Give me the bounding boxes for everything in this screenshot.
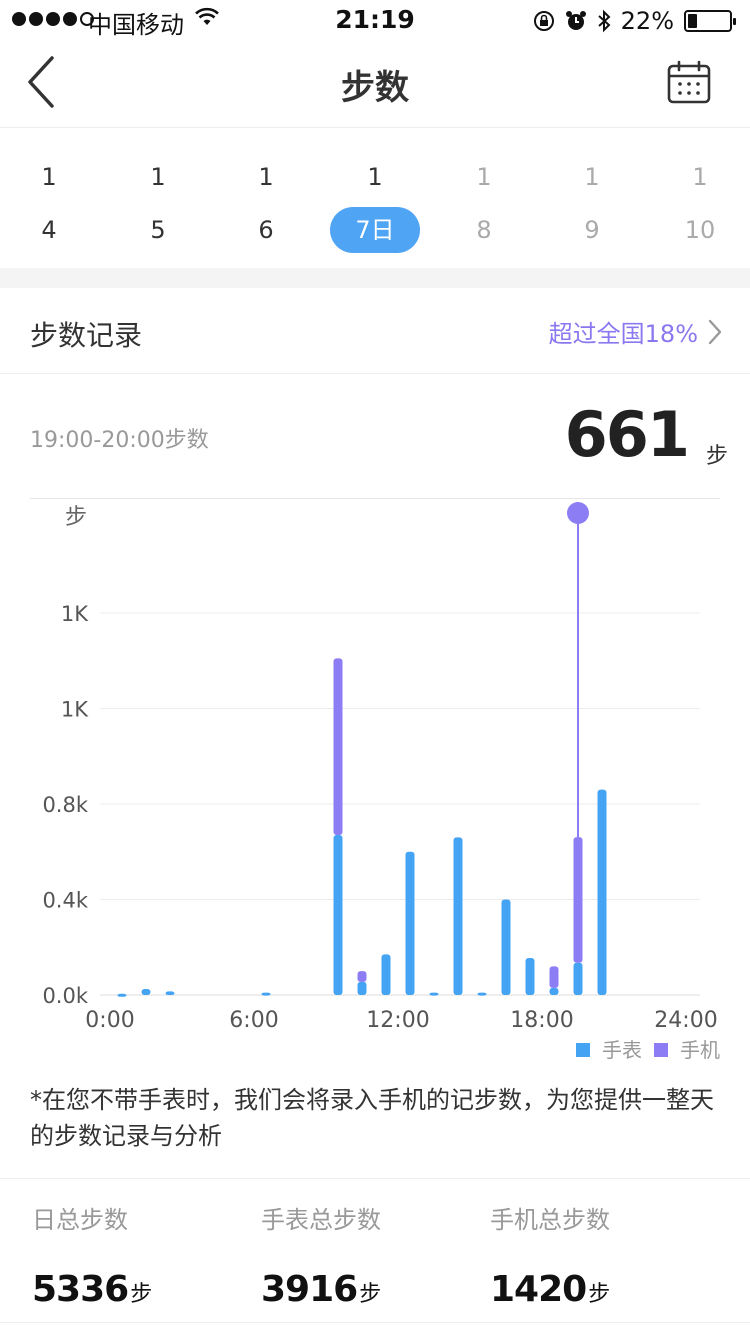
step-record-header[interactable]: 步数记录 超过全国18% [0, 288, 750, 374]
bar-watch [429, 992, 439, 996]
ranking-link[interactable]: 超过全国18% [549, 314, 722, 349]
bar-watch [549, 987, 559, 995]
bar-watch [165, 991, 175, 995]
date-month: 1 [367, 163, 383, 191]
date-month: 1 [41, 163, 57, 191]
date-item[interactable]: 1 9 [547, 161, 637, 261]
y-tick-label: 0.8k [42, 793, 88, 817]
bar-watch [525, 957, 535, 995]
bar-phone [357, 971, 367, 982]
date-item[interactable]: 1 10 [655, 161, 745, 261]
calendar-icon[interactable] [666, 60, 712, 106]
date-day: 6 [258, 216, 274, 244]
hourly-steps-chart[interactable]: 步 0.0k 0.4k 0.8k 1K 1K 0:00 6:00 12:00 18:00 24:00… [0, 498, 750, 1070]
bar-watch [117, 993, 127, 997]
chevron-right-icon [708, 319, 722, 344]
date-day: 7日 [330, 207, 420, 253]
bar-watch [573, 962, 583, 995]
selected-time-range: 19:00-20:00步数 [30, 428, 209, 453]
bar-watch [477, 992, 487, 996]
legend-swatch [576, 1043, 590, 1057]
section-gap [0, 268, 750, 288]
bar-watch [261, 992, 271, 996]
date-day: 9 [584, 216, 600, 244]
bar-watch [453, 837, 463, 995]
bar-watch [405, 851, 415, 995]
orientation-lock-icon [533, 11, 554, 31]
total-label: 手机总步数 [490, 1206, 610, 1234]
x-tick-label: 24:00 [654, 1008, 717, 1033]
date-month: 1 [258, 163, 274, 191]
bar-phone [573, 837, 583, 963]
date-item[interactable]: 1 4 [4, 161, 94, 261]
step-totals: 日总步数 5336步 手表总步数 3916步 手机总步数 1420步 [0, 1180, 750, 1334]
y-tick-label: 1K [61, 602, 89, 626]
page-title: 步数 [341, 68, 409, 108]
date-item[interactable]: 1 6 [221, 161, 311, 261]
total-unit: 步 [130, 1282, 153, 1307]
bar-watch [501, 899, 511, 995]
highlight-marker [567, 502, 589, 524]
bar-watch [141, 989, 151, 995]
date-item[interactable]: 1 8 [439, 161, 529, 261]
total-value: 3916 [261, 1269, 358, 1310]
total-day: 日总步数 5336步 [32, 1200, 262, 1310]
bar-watch [381, 954, 391, 995]
date-selector: 1 4 1 5 1 6 1 7日 1 8 1 9 1 10 [0, 129, 750, 267]
battery-percent: 22% [620, 7, 674, 35]
date-month: 1 [476, 163, 492, 191]
status-bar: 中国移动 21:19 22% [0, 0, 750, 40]
date-item[interactable]: 1 5 [113, 161, 203, 261]
bar-watch [597, 789, 607, 995]
nav-bar: 步数 [0, 40, 750, 128]
date-month: 1 [692, 163, 708, 191]
x-tick-label: 0:00 [85, 1008, 134, 1033]
y-tick-label: 1K [61, 698, 89, 722]
y-tick-label: 0.4k [42, 889, 88, 913]
legend-label: 手表 [602, 1038, 642, 1062]
selected-step-count: 661 [564, 398, 690, 471]
y-axis-unit: 步 [65, 505, 87, 530]
bluetooth-icon [597, 9, 611, 33]
total-unit: 步 [588, 1282, 611, 1307]
total-label: 日总步数 [32, 1206, 128, 1234]
divider [0, 1178, 750, 1179]
bar-watch [333, 835, 343, 995]
alarm-icon [565, 11, 586, 30]
total-label: 手表总步数 [261, 1206, 381, 1234]
total-watch: 手表总步数 3916步 [261, 1200, 491, 1310]
x-tick-label: 12:00 [366, 1008, 429, 1033]
bottom-divider [0, 1322, 750, 1323]
x-tick-label: 18:00 [510, 1008, 573, 1033]
date-month: 1 [150, 163, 166, 191]
ranking-text: 超过全国18% [548, 320, 698, 348]
date-day: 10 [684, 216, 716, 244]
bar-watch [357, 981, 367, 995]
total-value: 5336 [32, 1269, 129, 1310]
battery-icon [684, 10, 736, 32]
info-note: *在您不带手表时，我们会将录入手机的记步数，为您提供一整天的步数记录与分析 [30, 1086, 714, 1150]
total-phone: 手机总步数 1420步 [490, 1200, 720, 1310]
step-record-label: 步数记录 [30, 319, 143, 352]
date-month: 1 [584, 163, 600, 191]
date-day: 4 [41, 216, 57, 244]
bar-phone [333, 658, 343, 836]
legend-swatch [654, 1043, 668, 1057]
legend-label: 手机 [680, 1038, 720, 1062]
bar-phone [549, 966, 559, 988]
total-value: 1420 [490, 1269, 587, 1310]
date-item-selected[interactable]: 1 7日 [330, 161, 420, 261]
x-tick-label: 6:00 [229, 1008, 278, 1033]
y-tick-label: 0.0k [42, 984, 88, 1008]
total-unit: 步 [359, 1282, 382, 1307]
date-day: 8 [476, 216, 492, 244]
selected-step-unit: 步 [705, 444, 728, 469]
date-day: 5 [150, 216, 166, 244]
